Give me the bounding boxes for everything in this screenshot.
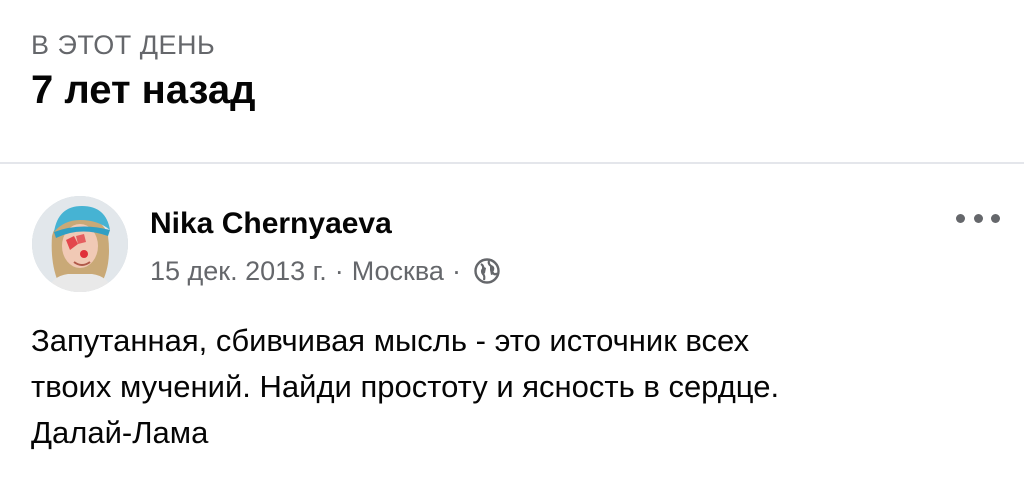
author-name[interactable]: Nika Chernyaeva <box>150 206 392 242</box>
post-meta: 15 дек. 2013 г. · Москва · <box>150 254 501 288</box>
post-location[interactable]: Москва <box>352 254 444 288</box>
post-header: Nika Chernyaeva 15 дек. 2013 г. · Москва… <box>32 196 1000 296</box>
post-text: Запутанная, сбивчивая мысль - это источн… <box>31 318 991 456</box>
divider <box>0 162 1024 164</box>
section-label: В ЭТОТ ДЕНЬ <box>31 30 216 60</box>
meta-separator: · <box>334 256 344 286</box>
memory-header: В ЭТОТ ДЕНЬ 7 лет назад <box>31 28 256 114</box>
memories-page: В ЭТОТ ДЕНЬ 7 лет назад Nika Chernyaeva … <box>0 0 1024 478</box>
post-text-line: твоих мучений. Найди простоту и ясность … <box>31 369 780 404</box>
more-options-button[interactable] <box>956 206 1000 230</box>
meta-separator: · <box>451 256 461 286</box>
post-date[interactable]: 15 дек. 2013 г. <box>150 254 327 288</box>
avatar[interactable] <box>32 196 128 292</box>
post-text-line: Запутанная, сбивчивая мысль - это источн… <box>31 323 750 358</box>
globe-icon <box>473 257 501 285</box>
years-ago-title: 7 лет назад <box>31 68 256 112</box>
avatar-image <box>32 196 128 292</box>
post-text-line: Далай-Лама <box>31 415 209 450</box>
more-horizontal-icon <box>956 213 965 223</box>
